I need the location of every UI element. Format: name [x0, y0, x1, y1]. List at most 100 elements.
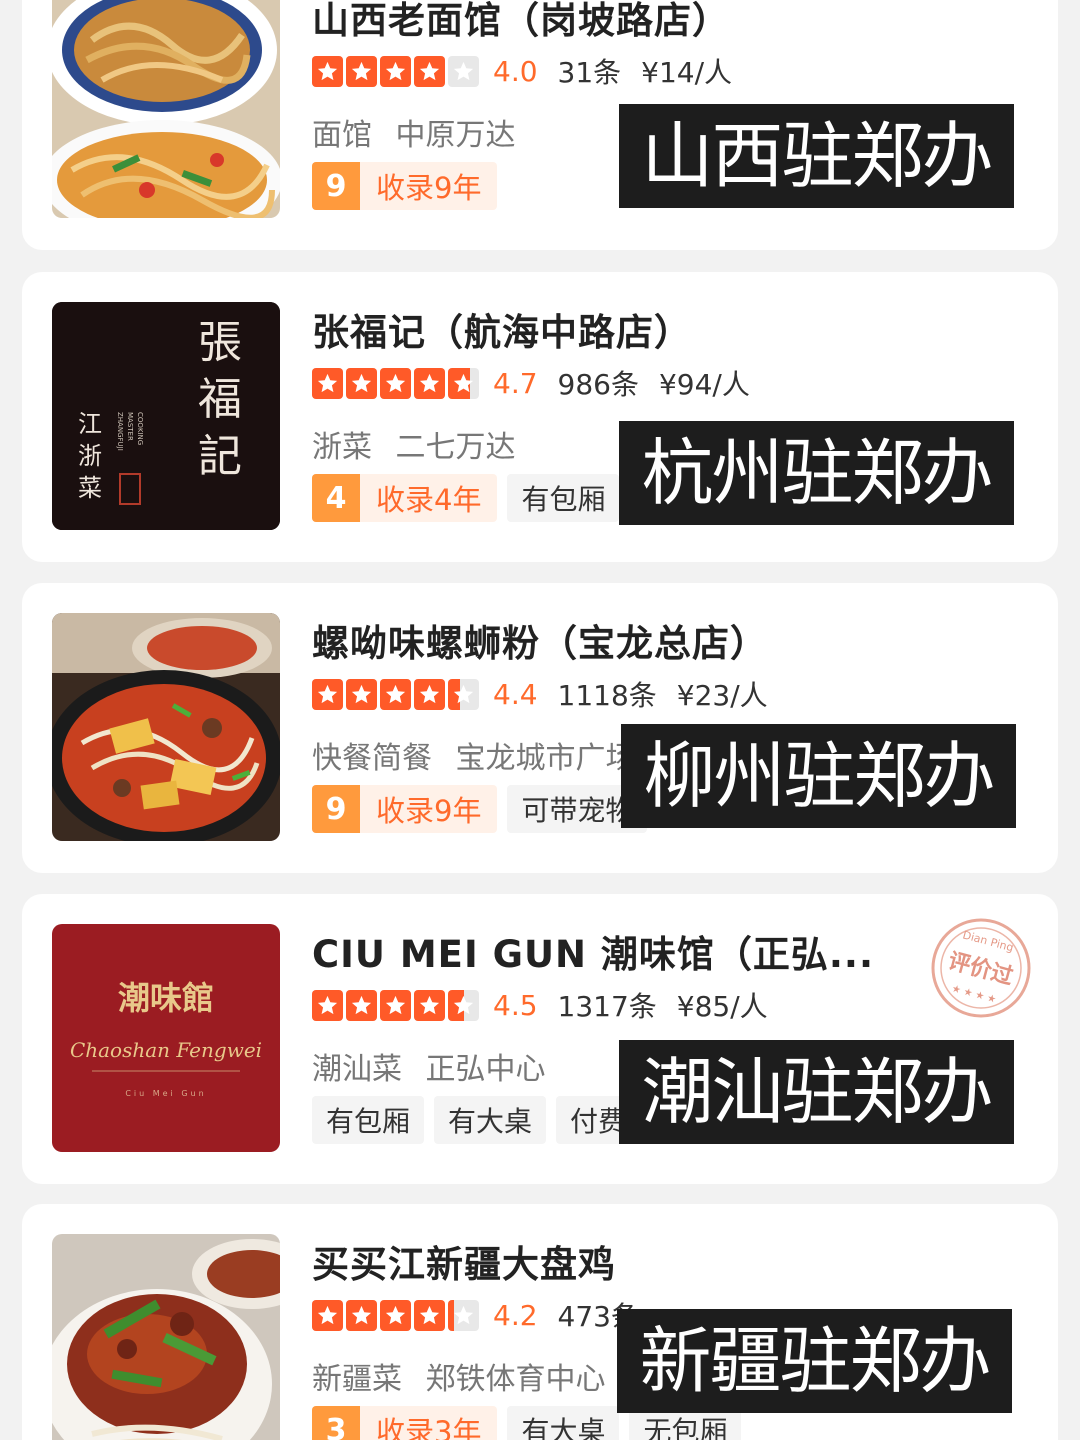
years-label: 收录4年: [376, 483, 482, 517]
restaurant-logo: 張 福 記 江 浙 菜 COOKING MASTER ZHANGFUJI: [52, 302, 280, 530]
star-icon: [380, 55, 411, 87]
rating-row: 4.0 31条 ¥14/人: [312, 51, 732, 91]
star-icon: [312, 367, 343, 399]
svg-text:Dian Ping: Dian Ping: [961, 928, 1015, 954]
years-number: 9: [312, 162, 360, 210]
area-label: 中原万达: [395, 118, 516, 153]
logo-main-char-1: 張: [198, 317, 242, 368]
caption-overlay: 潮汕驻郑办: [619, 1040, 1014, 1144]
years-badge: 9 收录9年: [312, 162, 498, 210]
feature-tag: 有包厢: [312, 1096, 425, 1144]
star-icon: [448, 1299, 479, 1331]
star-rating: [312, 678, 479, 710]
tags-row: 4 收录4年 有包厢: [312, 474, 620, 522]
cuisine-label: 潮汕菜: [312, 1052, 402, 1087]
svg-text:ZHANGFUJI: ZHANGFUJI: [116, 412, 124, 451]
cuisine-area: 潮汕菜 正弘中心: [312, 1044, 546, 1088]
years-number: 4: [312, 474, 360, 522]
star-icon: [414, 367, 445, 399]
caption-overlay: 杭州驻郑办: [619, 421, 1014, 525]
svg-text:COOKING: COOKING: [136, 412, 144, 445]
restaurant-photo: [52, 0, 280, 218]
cuisine-area: 面馆 中原万达: [312, 110, 516, 154]
cuisine-label: 浙菜: [312, 430, 372, 465]
star-icon: [448, 55, 479, 87]
star-icon: [380, 678, 411, 710]
caption-overlay: 柳州驻郑办: [621, 724, 1016, 828]
cuisine-area: 浙菜 二七万达: [312, 422, 516, 466]
star-icon: [346, 678, 377, 710]
svg-text:★ ★ ★ ★: ★ ★ ★ ★: [951, 983, 998, 1005]
area-label: 正弘中心: [425, 1052, 546, 1087]
star-rating: [312, 989, 479, 1021]
review-count[interactable]: 31条: [558, 51, 622, 91]
feature-tag: 有包厢: [507, 474, 620, 522]
caption-overlay: 山西驻郑办: [619, 104, 1014, 208]
review-count[interactable]: 1317条: [558, 985, 657, 1025]
feature-tag: 有大桌: [434, 1096, 547, 1144]
logo-script-text: Chaoshan Fengwei: [70, 1038, 262, 1062]
area-label: 宝龙城市广场: [455, 741, 636, 776]
years-badge: 4 收录4年: [312, 474, 498, 522]
caption-overlay: 新疆驻郑办: [617, 1309, 1012, 1413]
restaurant-name[interactable]: CIU MEI GUN 潮味馆（正弘...: [312, 924, 874, 978]
years-badge: 9 收录9年: [312, 785, 498, 833]
rating-row: 4.4 1118条 ¥23/人: [312, 674, 768, 714]
rating-row: 4.7 986条 ¥94/人: [312, 363, 750, 403]
star-icon: [448, 989, 479, 1021]
star-rating: [312, 367, 479, 399]
star-icon: [380, 989, 411, 1021]
rating-score: 4.0: [493, 54, 538, 88]
review-count[interactable]: 1118条: [558, 674, 657, 714]
reviewed-stamp-icon: Dian Ping 评价过 ★ ★ ★ ★: [931, 918, 1031, 1018]
rating-score: 4.4: [493, 677, 538, 711]
star-icon: [380, 367, 411, 399]
svg-text:MASTER: MASTER: [126, 412, 134, 441]
rating-score: 4.7: [493, 366, 538, 400]
price-per-person: ¥85/人: [676, 990, 768, 1023]
years-number: 3: [312, 1406, 360, 1440]
star-icon: [312, 678, 343, 710]
star-icon: [346, 989, 377, 1021]
rating-row: 4.5 1317条 ¥85/人: [312, 985, 768, 1025]
star-icon: [448, 678, 479, 710]
restaurant-name[interactable]: 山西老面馆（岗坡路店）: [312, 0, 730, 44]
cuisine-area: 新疆菜 郑铁体育中心: [312, 1354, 606, 1398]
restaurant-name[interactable]: 买买江新疆大盘鸡: [312, 1234, 616, 1288]
cuisine-label: 快餐简餐: [312, 741, 432, 776]
restaurant-photo: [52, 613, 280, 841]
years-number: 9: [312, 785, 360, 833]
star-icon: [346, 1299, 377, 1331]
area-label: 郑铁体育中心: [425, 1362, 606, 1397]
star-rating: [312, 55, 479, 87]
star-icon: [312, 55, 343, 87]
cuisine-label: 新疆菜: [312, 1362, 402, 1397]
price-per-person: ¥23/人: [676, 679, 768, 712]
star-icon: [312, 989, 343, 1021]
years-badge: 3 收录3年: [312, 1406, 498, 1440]
logo-main-char-2: 福: [198, 374, 242, 425]
star-icon: [414, 1299, 445, 1331]
star-icon: [448, 367, 479, 399]
area-label: 二七万达: [395, 430, 516, 465]
star-icon: [414, 678, 445, 710]
star-icon: [312, 1299, 343, 1331]
logo-small-text: Ciu Mei Gun: [125, 1089, 206, 1098]
feature-tag: 有大桌: [507, 1406, 620, 1440]
logo-main-char-3: 記: [198, 431, 242, 482]
svg-text:江: 江: [78, 410, 102, 438]
tags-row: 9 收录9年: [312, 162, 498, 210]
review-count[interactable]: 986条: [558, 363, 639, 403]
years-label: 收录3年: [376, 1415, 482, 1440]
logo-main-text: 潮味館: [118, 979, 214, 1017]
rating-score: 4.2: [493, 1298, 538, 1332]
rating-row: 4.2 473条: [312, 1298, 639, 1333]
years-label: 收录9年: [376, 794, 482, 828]
restaurant-name[interactable]: 螺呦味螺蛳粉（宝龙总店）: [312, 613, 768, 667]
star-icon: [414, 55, 445, 87]
restaurant-name[interactable]: 张福记（航海中路店）: [312, 302, 692, 356]
star-icon: [346, 367, 377, 399]
star-rating: [312, 1299, 479, 1331]
star-icon: [346, 55, 377, 87]
cuisine-label: 面馆: [312, 118, 372, 153]
